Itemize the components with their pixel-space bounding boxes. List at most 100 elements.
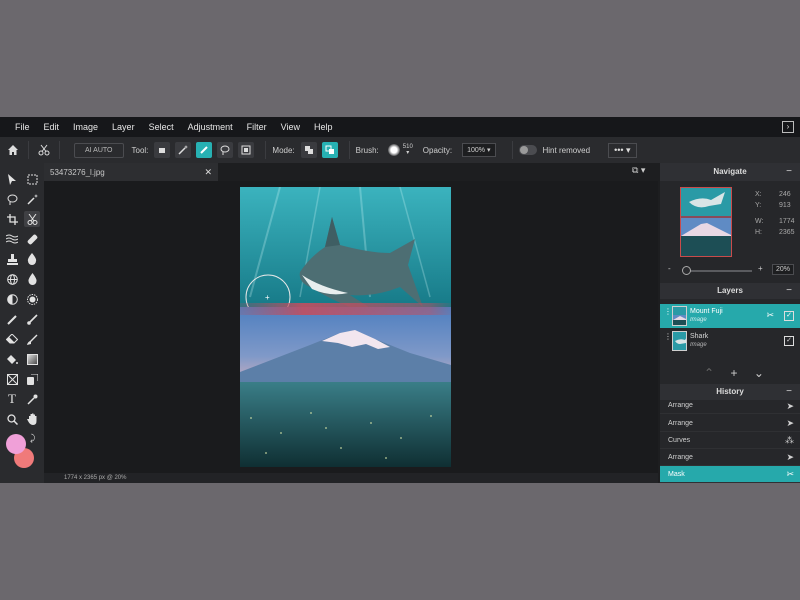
- history-item[interactable]: Arrange ➤: [660, 400, 800, 414]
- zoom-slider-track[interactable]: [684, 270, 752, 272]
- home-icon[interactable]: [4, 141, 22, 159]
- add-layer-icon[interactable]: +: [730, 366, 737, 380]
- blur-tool-icon[interactable]: [24, 251, 40, 267]
- dodge-tool-icon[interactable]: [4, 291, 20, 307]
- dim-h-value: 2365: [779, 229, 795, 236]
- ai-auto-button[interactable]: AI AUTO: [74, 142, 124, 158]
- sponge-tool-icon[interactable]: [24, 291, 40, 307]
- zoom-value[interactable]: 20%: [772, 264, 795, 275]
- close-tab-icon[interactable]: ✕: [204, 167, 212, 178]
- dim-w-value: 1774: [779, 218, 795, 225]
- mode-add-option[interactable]: [300, 142, 317, 158]
- paint-bucket-tool-icon[interactable]: [4, 351, 20, 367]
- gradient-tool-icon[interactable]: [24, 351, 40, 367]
- foreground-color-swatch[interactable]: [6, 434, 26, 454]
- crop-tool-icon[interactable]: [4, 211, 20, 227]
- opacity-label: Opacity:: [422, 145, 453, 155]
- toolbar-divider: [511, 141, 513, 159]
- layers-collapse-icon[interactable]: −: [786, 283, 792, 299]
- text-tool-icon[interactable]: T: [4, 391, 20, 407]
- move-layer-down-icon[interactable]: ⌄: [754, 366, 764, 380]
- mask-option[interactable]: [238, 142, 255, 158]
- eyedropper-tool-icon[interactable]: [24, 391, 40, 407]
- move-layer-up-icon[interactable]: ⌃: [704, 366, 714, 380]
- drop-tool-icon[interactable]: [24, 271, 40, 287]
- right-panel: Navigate − X: 246 Y: 913 W: 1774 H: 2365 - +…: [660, 163, 800, 483]
- pencil-tool-icon[interactable]: [4, 311, 20, 327]
- zoom-tool-icon[interactable]: [4, 411, 20, 427]
- healing-tool-icon[interactable]: [24, 231, 40, 247]
- swap-colors-icon[interactable]: ⤸: [30, 433, 35, 444]
- layer-visibility-checkbox[interactable]: ✓: [784, 311, 794, 321]
- menu-layer[interactable]: Layer: [105, 122, 142, 132]
- hint-toggle[interactable]: [518, 145, 537, 155]
- marquee-tool-icon[interactable]: [24, 171, 40, 187]
- eraser-tool-option[interactable]: [154, 142, 171, 158]
- history-item-label: Mask: [668, 471, 685, 478]
- history-item[interactable]: Arrange ➤: [660, 449, 800, 466]
- mode-subtract-option[interactable]: [321, 142, 338, 158]
- history-collapse-icon[interactable]: −: [786, 384, 792, 400]
- menu-view[interactable]: View: [274, 122, 307, 132]
- magic-wand-option[interactable]: [175, 142, 192, 158]
- brush-size-value[interactable]: 510 ▾: [403, 144, 413, 156]
- layers-title: Layers: [717, 286, 743, 295]
- magic-wand-tool-icon[interactable]: [24, 191, 40, 207]
- layer-mask-scissors-icon[interactable]: ✂: [766, 310, 774, 321]
- clone-stamp-tool-icon[interactable]: [4, 251, 20, 267]
- menu-file[interactable]: File: [8, 122, 37, 132]
- more-options-dots: •••: [614, 144, 624, 155]
- opacity-dropdown[interactable]: 100% ▾: [462, 143, 496, 157]
- lasso-tool-icon[interactable]: [4, 191, 20, 207]
- history-item[interactable]: Curves ⁂: [660, 432, 800, 449]
- drag-handle-icon[interactable]: ⋮: [664, 308, 672, 316]
- zoom-slider-knob[interactable]: [682, 266, 692, 275]
- history-item[interactable]: Arrange ➤: [660, 415, 800, 432]
- toolbar-divider: [59, 141, 60, 159]
- navigate-collapse-icon[interactable]: −: [786, 163, 792, 181]
- menu-help[interactable]: Help: [307, 122, 340, 132]
- menu-filter[interactable]: Filter: [240, 122, 274, 132]
- navigate-title: Navigate: [713, 167, 747, 176]
- zoom-out-button[interactable]: -: [668, 264, 671, 273]
- dim-h: H: 2365: [755, 229, 795, 236]
- navigator-thumbnail[interactable]: [680, 187, 732, 257]
- menu-edit[interactable]: Edit: [37, 122, 67, 132]
- history-item-label: Curves: [668, 437, 691, 444]
- brush-tool-icon[interactable]: [24, 311, 40, 327]
- shape-tool-icon[interactable]: [4, 371, 20, 387]
- brush-preview[interactable]: [387, 144, 400, 156]
- view-mode-icon[interactable]: ⧉ ▾: [632, 165, 645, 176]
- document-tab[interactable]: 53473276_l.jpg ✕: [44, 163, 218, 181]
- menu-adjustment[interactable]: Adjustment: [181, 122, 240, 132]
- coord-x-label: X:: [755, 191, 762, 198]
- document-tab-title: 53473276_l.jpg: [50, 167, 105, 177]
- replace-color-tool-icon[interactable]: [24, 371, 40, 387]
- smudge-tool-icon[interactable]: [24, 331, 40, 347]
- cutout-tool-icon[interactable]: [24, 211, 40, 227]
- globe-tool-icon[interactable]: [4, 271, 20, 287]
- lasso-option[interactable]: [217, 142, 234, 158]
- drag-handle-icon[interactable]: ⋮: [664, 333, 672, 341]
- scissors-icon[interactable]: [35, 141, 53, 159]
- tools-panel: T ⤸: [0, 163, 44, 483]
- curves-icon: ⁂: [785, 435, 794, 445]
- move-tool-icon[interactable]: [4, 171, 20, 187]
- toolbar-divider: [348, 141, 350, 159]
- layer-row[interactable]: ⋮ Mount Fuji Image ✂ ✓: [660, 304, 800, 328]
- canvas-image[interactable]: +: [240, 187, 451, 467]
- zoom-in-button[interactable]: +: [758, 264, 763, 273]
- menu-select[interactable]: Select: [142, 122, 181, 132]
- history-item-active[interactable]: Mask ✂: [660, 466, 800, 483]
- hand-tool-icon[interactable]: [24, 411, 40, 427]
- liquify-tool-icon[interactable]: [4, 231, 20, 247]
- menu-image[interactable]: Image: [66, 122, 105, 132]
- layer-visibility-checkbox[interactable]: ✓: [784, 336, 794, 346]
- eraser-tool-icon[interactable]: [4, 331, 20, 347]
- layer-row[interactable]: ⋮ Shark Image ✓: [660, 329, 800, 353]
- coord-y-value: 913: [779, 202, 791, 209]
- more-options-button[interactable]: ••• ▾: [608, 142, 637, 158]
- scissors-icon: ✂: [786, 469, 794, 479]
- collapse-panel-icon[interactable]: ›: [782, 121, 794, 133]
- brush-option-selected[interactable]: [196, 142, 213, 158]
